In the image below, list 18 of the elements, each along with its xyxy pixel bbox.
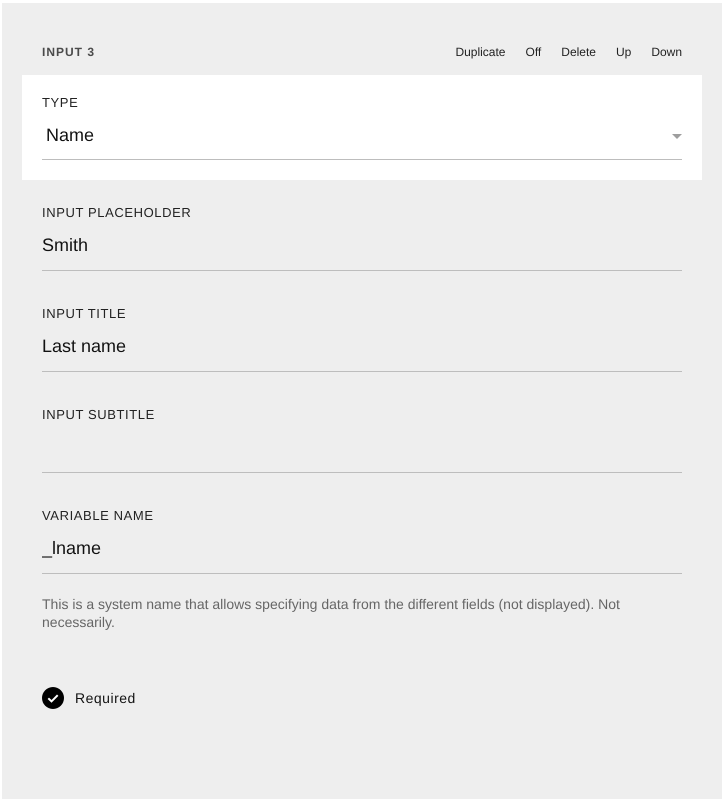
field-label: TYPE bbox=[42, 95, 80, 111]
action-link[interactable]: Up bbox=[616, 44, 632, 60]
field-label: INPUT SUBTITLE bbox=[42, 407, 156, 423]
field-label: VARIABLE NAME bbox=[42, 508, 155, 524]
action-link[interactable]: Delete bbox=[561, 44, 596, 60]
action-link[interactable]: Off bbox=[525, 44, 542, 60]
action-link[interactable]: Duplicate bbox=[455, 44, 506, 60]
input-field[interactable]: _lname bbox=[42, 524, 682, 574]
input-field[interactable]: Last name bbox=[42, 322, 682, 372]
select-field[interactable]: Name bbox=[42, 111, 682, 160]
required-checkbox[interactable]: Required bbox=[42, 687, 136, 709]
input-field[interactable]: Smith bbox=[42, 221, 682, 271]
field-label: INPUT PLACEHOLDER bbox=[42, 205, 192, 221]
caret-icon bbox=[672, 134, 682, 138]
section-title: INPUT 3 bbox=[42, 44, 96, 61]
field-label: INPUT TITLE bbox=[42, 306, 128, 322]
action-link[interactable]: Down bbox=[651, 44, 682, 60]
help-text: This is a system name that allows specifying data from the different fields (not displayed). Not necessarily. bbox=[42, 595, 621, 631]
